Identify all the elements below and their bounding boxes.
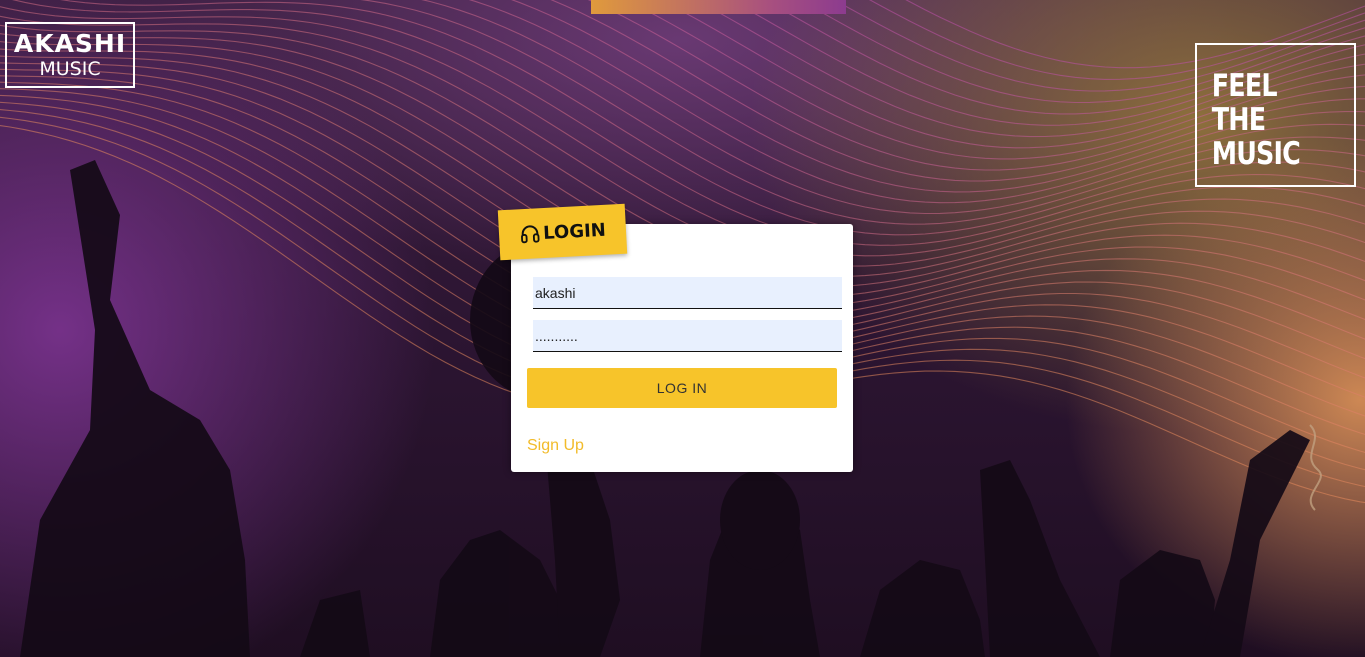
tagline-box: FEEL THE MUSIC: [1195, 43, 1356, 187]
login-heading: LOGIN: [542, 219, 607, 244]
login-button[interactable]: LOG IN: [527, 368, 837, 408]
tagline-line-1: FEEL: [1211, 68, 1278, 104]
brand-subtitle: MUSIC: [39, 58, 101, 80]
headphones-icon: [521, 225, 540, 244]
tagline-line-2: THE: [1211, 102, 1266, 138]
top-accent-bar: [591, 0, 846, 14]
tagline-line-3: MUSIC: [1211, 136, 1301, 172]
brand-logo[interactable]: AKASHI MUSIC: [5, 22, 135, 88]
brand-title: AKASHI: [13, 29, 127, 58]
login-heading-tab: LOGIN: [497, 203, 628, 261]
username-input[interactable]: [533, 277, 842, 309]
password-input[interactable]: [533, 320, 842, 352]
signup-link[interactable]: Sign Up: [527, 437, 584, 455]
